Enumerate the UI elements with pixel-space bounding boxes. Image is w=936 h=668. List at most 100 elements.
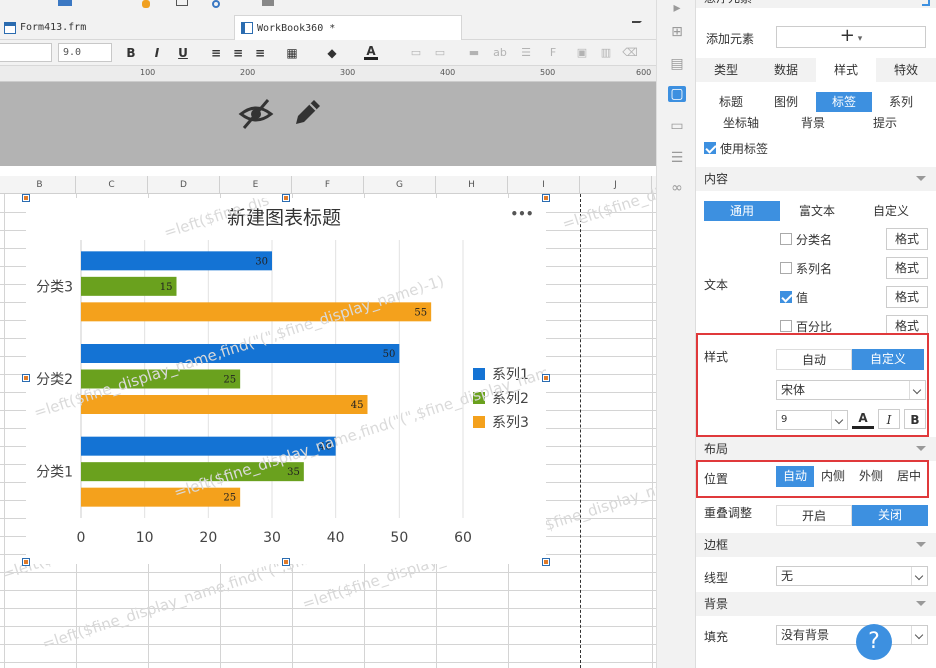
collapse-icon[interactable]: [922, 0, 930, 6]
column-header[interactable]: G: [364, 176, 436, 194]
column-header[interactable]: D: [148, 176, 220, 194]
layers-icon[interactable]: ☰: [668, 150, 686, 166]
preview-icon[interactable]: [176, 0, 188, 6]
line-type-select[interactable]: 无: [776, 566, 928, 586]
tab-effect[interactable]: 特效: [876, 58, 936, 82]
font-size-select[interactable]: 9: [776, 410, 848, 430]
font-size-select[interactable]: 9.0: [58, 43, 112, 62]
category-name-checkbox[interactable]: [780, 233, 792, 245]
style-auto-button[interactable]: 自动: [776, 349, 852, 370]
value-checkbox[interactable]: [780, 291, 792, 303]
position-inside-button[interactable]: 内侧: [814, 466, 852, 487]
bar[interactable]: [81, 487, 241, 507]
overlap-off-button[interactable]: 关闭: [852, 505, 928, 526]
location-icon[interactable]: [212, 0, 220, 8]
tab-style[interactable]: 样式: [816, 58, 876, 82]
font-family-select[interactable]: [0, 43, 52, 62]
position-center-button[interactable]: 居中: [890, 466, 928, 487]
resize-handle[interactable]: [22, 558, 30, 566]
hand-icon[interactable]: [142, 0, 150, 8]
value-format-button[interactable]: 格式: [886, 286, 928, 308]
font-color-button[interactable]: A: [364, 44, 378, 60]
tab-data[interactable]: 数据: [756, 58, 816, 82]
style-custom-button[interactable]: 自定义: [852, 349, 924, 370]
resize-handle[interactable]: [22, 374, 30, 382]
float-element-icon[interactable]: ▢: [668, 86, 686, 102]
resize-handle[interactable]: [542, 558, 550, 566]
cell-attribute-icon[interactable]: ⊞: [668, 24, 686, 40]
italic-button[interactable]: I: [878, 409, 900, 429]
printer-icon[interactable]: [262, 0, 274, 6]
legend-label[interactable]: 系列3: [492, 415, 529, 431]
resize-handle[interactable]: [542, 374, 550, 382]
align-right-icon[interactable]: ≡: [252, 44, 268, 62]
widget-settings-icon[interactable]: ▭: [668, 118, 686, 134]
align-left-icon[interactable]: ≡: [208, 44, 224, 62]
edit-pencil-icon[interactable]: [290, 96, 324, 130]
link-icon[interactable]: ∞: [668, 180, 686, 196]
condition-icon[interactable]: ▤: [668, 56, 686, 72]
expand-arrow-icon[interactable]: ▸: [668, 0, 686, 16]
layout-section-header[interactable]: 布局: [696, 437, 936, 461]
column-header[interactable]: C: [76, 176, 148, 194]
font-family-select[interactable]: 宋体: [776, 380, 926, 400]
resize-handle[interactable]: [542, 194, 550, 202]
column-header[interactable]: I: [508, 176, 580, 194]
border-section-header[interactable]: 边框: [696, 533, 936, 557]
underline-button[interactable]: U: [176, 44, 190, 62]
content-tab-general[interactable]: 通用: [704, 201, 780, 221]
chart-icon[interactable]: ▥: [598, 44, 614, 62]
resize-handle[interactable]: [282, 194, 290, 202]
subtab-axis[interactable]: 坐标轴: [706, 113, 776, 133]
column-header[interactable]: B: [4, 176, 76, 194]
content-tab-richtext[interactable]: 富文本: [780, 201, 854, 221]
subtab-background[interactable]: 背景: [778, 113, 848, 133]
image-icon[interactable]: ▣: [574, 44, 590, 62]
column-header[interactable]: F: [292, 176, 364, 194]
resize-handle[interactable]: [282, 558, 290, 566]
tab-form413[interactable]: Form413.frm: [0, 15, 226, 40]
column-header[interactable]: J: [580, 176, 652, 194]
position-auto-button[interactable]: 自动: [776, 466, 814, 487]
split-cells-icon[interactable]: ▭: [432, 44, 448, 62]
column-header[interactable]: E: [220, 176, 292, 194]
clear-icon[interactable]: ⌫: [622, 44, 638, 62]
column-header[interactable]: H: [436, 176, 508, 194]
tab-list-icon[interactable]: [632, 21, 642, 31]
cut-icon[interactable]: [58, 0, 72, 6]
subtab-series[interactable]: 系列: [872, 92, 930, 112]
bar[interactable]: [81, 395, 368, 414]
bar[interactable]: [81, 251, 272, 271]
use-label-checkbox[interactable]: [704, 142, 716, 154]
align-center-icon[interactable]: ≡: [230, 44, 246, 62]
bold-button[interactable]: B: [904, 409, 926, 429]
fill-select[interactable]: 没有背景: [776, 625, 928, 645]
background-section-header[interactable]: 背景: [696, 592, 936, 616]
tab-workbook360[interactable]: WorkBook360 *: [234, 15, 462, 40]
resize-handle[interactable]: [22, 194, 30, 202]
percent-checkbox[interactable]: [780, 320, 792, 332]
help-button[interactable]: ?: [856, 624, 892, 660]
subtab-label[interactable]: 标签: [816, 92, 872, 112]
position-outside-button[interactable]: 外侧: [852, 466, 890, 487]
fill-color-icon[interactable]: ◆: [324, 44, 340, 62]
category-format-button[interactable]: 格式: [886, 228, 928, 250]
chart-widget[interactable]: 新建图表标题 ••• 0 10 20 30 40 50 60 分类3 30 15 55 分类2 50 25…: [22, 194, 550, 566]
formula-icon[interactable]: F: [544, 44, 562, 62]
tab-type[interactable]: 类型: [696, 58, 756, 82]
series-name-checkbox[interactable]: [780, 262, 792, 274]
content-tab-custom[interactable]: 自定义: [854, 201, 928, 221]
subtab-tooltip[interactable]: 提示: [850, 113, 920, 133]
text-widget-icon[interactable]: ab: [492, 44, 508, 62]
widget-icon[interactable]: ▬: [466, 44, 482, 62]
font-color-button[interactable]: A: [852, 409, 874, 429]
bold-button[interactable]: B: [124, 44, 138, 62]
content-section-header[interactable]: 内容: [696, 167, 936, 191]
subtab-title[interactable]: 标题: [702, 92, 760, 112]
add-element-button[interactable]: + ▾: [776, 26, 926, 48]
series-format-button[interactable]: 格式: [886, 257, 928, 279]
subtab-legend[interactable]: 图例: [758, 92, 814, 112]
merge-cells-icon[interactable]: ▭: [408, 44, 424, 62]
italic-button[interactable]: I: [150, 44, 164, 62]
border-icon[interactable]: ▦: [284, 44, 300, 62]
